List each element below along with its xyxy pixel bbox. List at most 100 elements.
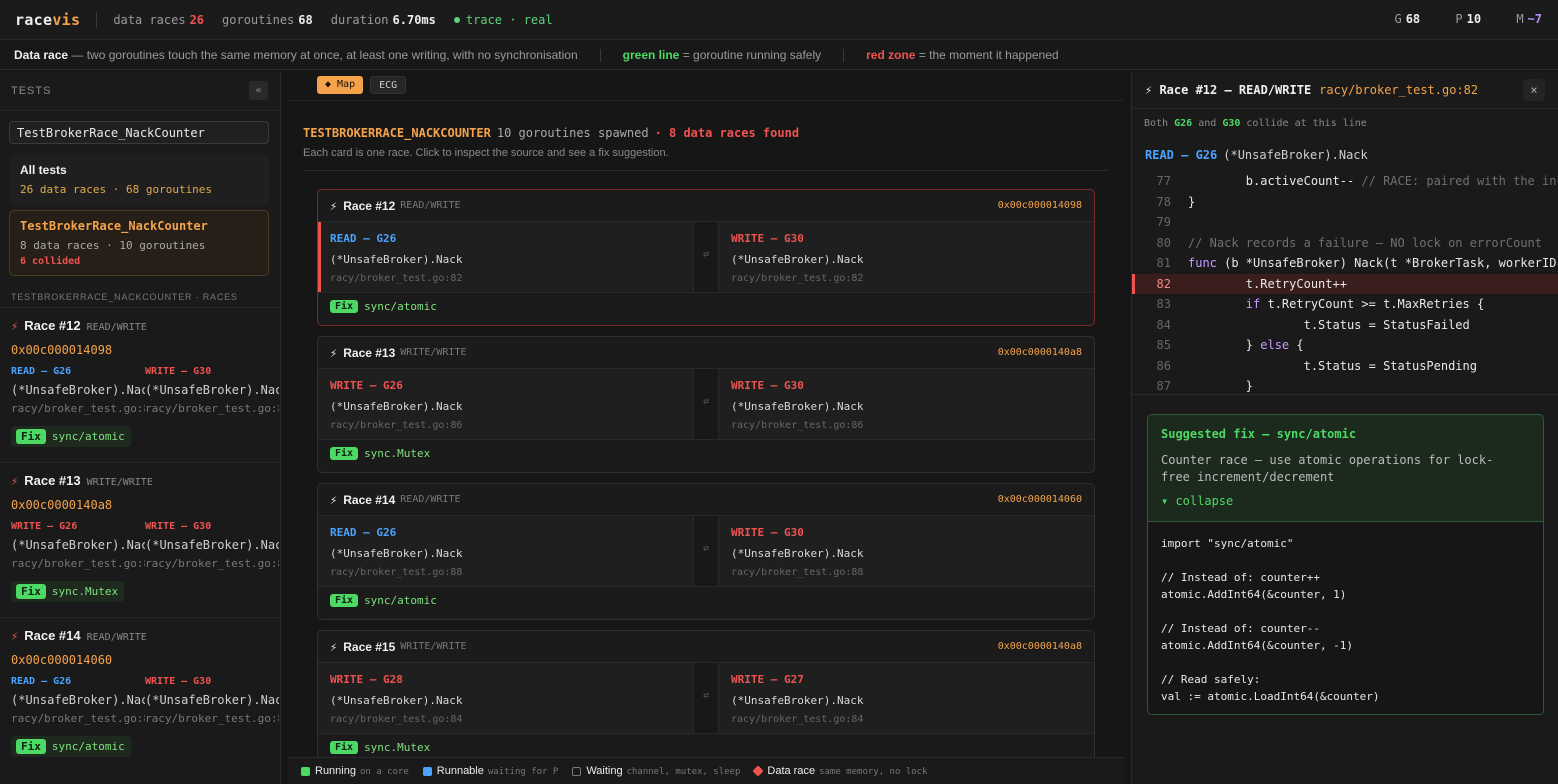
swap-icon: ⇄ [693,663,719,733]
access-b-file: racy/broker_test.go:88 [145,712,279,725]
sidebar-race-item[interactable]: ⚡ Race #13 WRITE/WRITE 0x00c0000140a8 WRIT… [0,462,280,602]
access-a-op: WRITE — G26 [11,521,78,532]
bolt-icon: ⚡ [330,198,338,213]
race-title: Race #13 [24,473,81,488]
g-counter: G 68 [1394,12,1421,26]
fix-tag: Fix [16,429,46,444]
access-b-file: racy/broker_test.go:88 [731,567,864,578]
close-icon[interactable]: × [1523,79,1545,101]
swap-icon: ⇄ [693,222,719,292]
bolt-icon: ⚡ [11,474,19,488]
access-b-op: WRITE — G30 [145,521,212,532]
divider [96,11,98,28]
sidebar-item-selected-test[interactable]: TestBrokerRace_NackCounter 8 data races … [9,210,269,276]
fix-tag: Fix [330,447,359,460]
tab-ecg[interactable]: ECG [370,76,407,94]
race-address: 0x00c000014098 [11,343,113,357]
duration-stat: duration 6.70ms [330,12,436,27]
detail-file[interactable]: racy/broker_test.go:82 [1319,83,1478,97]
race-address: 0x00c0000140a8 [997,641,1082,652]
access-b-op: WRITE — G27 [731,673,804,686]
access-a-func: (*UnsafeBroker).Nack [330,547,463,560]
collided-badge: 6 collided [20,256,81,267]
legend-red-def: = the moment it happened [918,48,1059,62]
race-kind: READ/WRITE [86,322,147,333]
fix-label: sync/atomic [51,740,125,753]
race-card[interactable]: ⚡ Race #14 READ/WRITE 0x00c000014060 READ —… [317,483,1095,620]
access-a-func: (*UnsafeBroker).Nack [11,383,145,397]
race-card[interactable]: ⚡ Race #13 WRITE/WRITE 0x00c0000140a8 WRITE… [317,336,1095,473]
sidebar-race-item[interactable]: ⚡ Race #14 READ/WRITE 0x00c000014060 READ … [0,617,280,757]
fix-badge: Fix sync.Mutex [11,581,125,602]
access-context: READ — G26 (*UnsafeBroker).Nack [1145,148,1368,162]
race-map-panel: ◆ Map ECG TESTBROKERRACE_NACKCOUNTER 10 g… [288,71,1124,784]
access-b-func: (*UnsafeBroker).Nack [145,693,279,707]
status-dot-icon [453,17,460,23]
race-address: 0x00c000014060 [997,494,1082,505]
detail-title: ⚡ Race #12 — READ/WRITE [1145,82,1312,97]
access-a-func: (*UnsafeBroker).Nack [330,253,463,266]
swap-icon: ⇄ [693,369,719,439]
center-subtitle: Each card is one race. Click to inspect … [303,147,669,159]
state-legend: Running on a core Runnable waiting for P W… [288,757,1124,784]
code-line: 86 t.Status = StatusPending [1156,358,1477,373]
data-races-stat: data races 26 [113,12,205,27]
access-b-file: racy/broker_test.go:86 [731,420,864,431]
divider [303,170,1109,171]
test-search-input[interactable] [9,121,269,144]
code-line: 77 b.activeCount-- // RACE: paired with … [1156,174,1558,189]
race-address: 0x00c0000140a8 [11,498,113,512]
access-b-op: WRITE — G30 [145,366,212,377]
selected-test-name: TestBrokerRace_NackCounter [20,219,208,233]
legend-term: Data race [14,48,69,62]
race-title: Race #12 [343,198,396,213]
access-b-op: WRITE — G30 [731,232,804,245]
tests-sidebar: TESTS « All tests 26 data races · 68 gor… [0,71,281,784]
all-tests-label: All tests [20,163,67,177]
access-b-func: (*UnsafeBroker).Nack [731,253,864,266]
highlighted-code-line: 82 t.RetryCount++ [1132,273,1558,294]
view-tabs: ◆ Map ECG [317,76,413,94]
access-b-func: (*UnsafeBroker).Nack [145,383,279,397]
access-a-op: WRITE — G26 [330,379,403,392]
tab-map[interactable]: ◆ Map [317,76,364,94]
code-line: 80// Nack records a failure — NO lock on… [1156,235,1543,250]
access-b-func: (*UnsafeBroker).Nack [731,694,864,707]
race-kind: READ/WRITE [400,494,461,505]
gpm-counters: G 68 P 10 M ~7 [1366,12,1542,26]
collapse-sidebar-icon[interactable]: « [249,81,268,100]
swap-icon: ⇄ [693,516,719,586]
code-line: 84 t.Status = StatusFailed [1156,317,1470,332]
access-a-op: READ — G26 [330,526,397,539]
access-a-func: (*UnsafeBroker).Nack [330,400,463,413]
race-detail-panel: ⚡ Race #12 — READ/WRITE racy/broker_test… [1131,71,1558,784]
access-b-func: (*UnsafeBroker).Nack [731,547,864,560]
selected-test-stats: 8 data races · 10 goroutines [20,239,206,252]
bolt-icon: ⚡ [330,639,338,654]
code-line: 85 } else { [1156,338,1304,353]
legend-runnable: Runnable waiting for P [422,765,558,777]
race-card[interactable]: ⚡ Race #12 READ/WRITE 0x00c000014098 READ —… [317,189,1095,326]
race-kind: READ/WRITE [86,632,147,643]
code-line: 83 if t.RetryCount >= t.MaxRetries { [1156,297,1485,312]
bolt-icon: ⚡ [330,492,338,507]
race-kind: WRITE/WRITE [400,347,467,358]
trace-status: trace · real [453,13,553,27]
divider [599,48,601,62]
access-b-op: WRITE — G30 [731,379,804,392]
fix-tag: Fix [16,584,46,599]
p-counter: P 10 [1455,12,1482,26]
code-line: 81 func (b *UnsafeBroker) Nack(t *BrokerT… [1156,256,1557,271]
fix-label: sync/atomic [364,300,437,313]
test-name: TESTBROKERRACE_NACKCOUNTER [303,126,491,140]
access-b-file: racy/broker_test.go:86 [145,557,279,570]
collide-note: Both G26 and G30 collide at this line [1144,118,1367,129]
collapse-toggle[interactable]: ▾ collapse [1161,494,1233,508]
legend-data-race: Data race same memory, no lock [752,765,927,777]
sidebar-race-item[interactable]: ⚡ Race #12 READ/WRITE 0x00c000014098 READ … [0,307,280,447]
access-a-file: racy/broker_test.go:86 [330,420,463,431]
fix-tag: Fix [330,300,359,313]
race-address: 0x00c0000140a8 [997,347,1082,358]
sidebar-item-all-tests[interactable]: All tests 26 data races · 68 goroutines [9,155,269,205]
race-card[interactable]: ⚡ Race #15 WRITE/WRITE 0x00c0000140a8 WRITE… [317,630,1095,767]
